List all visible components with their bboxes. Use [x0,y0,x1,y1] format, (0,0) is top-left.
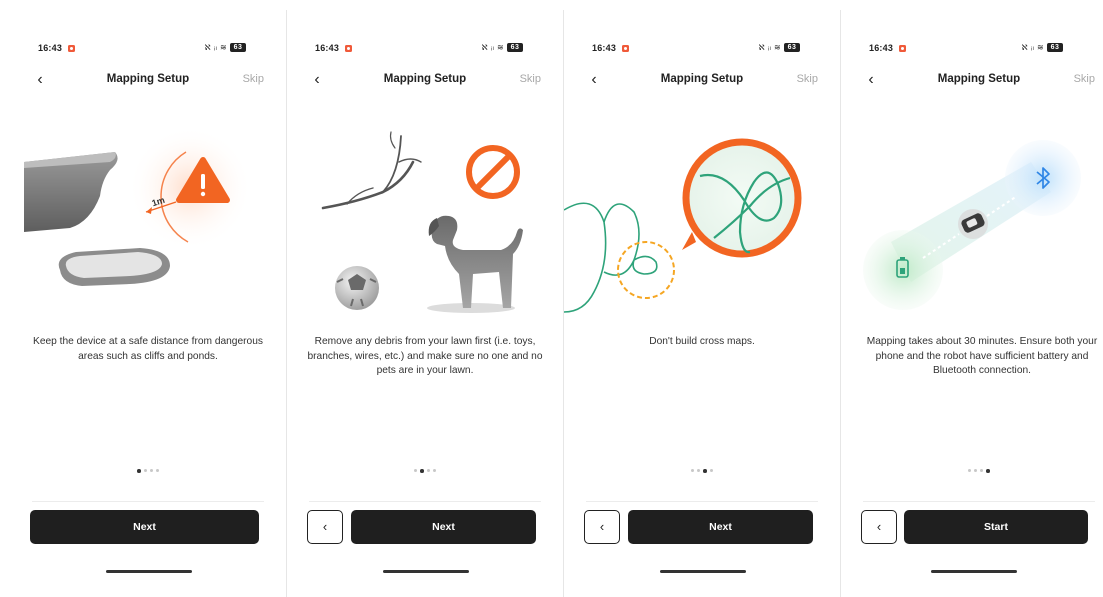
setup-screen-1: 16:43 ℵ ᵢₗ ≋ 63 ‹ Mapping Setup Skip 1m … [10,10,286,597]
page-dot-3 [426,469,430,473]
debris-illustration [321,131,523,313]
page-dot-1 [137,469,141,473]
battery-bluetooth-illustration [863,140,1081,310]
signal-wifi-icons: ℵ ᵢₗ ≋ 63 [481,43,523,53]
status-time: 16:43 [869,43,894,53]
home-indicator [106,570,192,573]
instruction-text: Keep the device at a safe distance from … [33,336,263,362]
status-bar: 16:43 ℵ ᵢₗ ≋ 63 [592,43,800,57]
start-button[interactable]: Start [904,510,1088,544]
pond-shape [58,248,170,286]
divider [32,501,264,502]
page-dot-4 [709,469,713,473]
home-indicator [660,570,746,573]
home-indicator [931,570,1017,573]
page-dot-2 [420,469,424,473]
skip-link[interactable]: Skip [1074,73,1095,85]
record-indicator-icon [68,45,75,52]
status-bar: 16:43 ℵ ᵢₗ ≋ 63 [869,43,1063,57]
page-indicator [10,462,286,473]
divider [863,501,1095,502]
battery-icon: 63 [507,43,523,53]
page-title: Mapping Setup [937,73,1021,85]
divider [309,501,541,502]
page-dot-3 [980,469,984,473]
skip-link[interactable]: Skip [520,73,541,85]
nav-bar: ‹ Mapping Setup Skip [841,70,1103,94]
signal-icons: ℵ ᵢₗ ≋ [1021,43,1045,52]
instruction-text: Mapping takes about 30 minutes. Ensure b… [866,336,1098,377]
nav-bar: ‹ Mapping Setup Skip [10,70,286,94]
status-time: 16:43 [315,43,340,53]
instruction-text: Don't build cross maps. [649,336,755,347]
prohibited-icon [466,145,520,199]
status-time: 16:43 [592,43,617,53]
previous-button[interactable]: ‹ [584,510,620,544]
next-button[interactable]: Next [628,510,813,544]
nav-bar: ‹ Mapping Setup Skip [287,70,563,94]
robot-mower-icon [958,209,988,239]
previous-button[interactable]: ‹ [307,510,343,544]
signal-wifi-icons: ℵ ᵢₗ ≋ 63 [1021,43,1063,53]
setup-screen-4: 16:43 ℵ ᵢₗ ≋ 63 ‹ Mapping Setup Skip Map… [841,10,1103,597]
page-dot-1 [691,469,695,473]
divider [586,501,818,502]
path-line [564,202,607,313]
zoom-bubble-icon [682,138,802,258]
signal-icons: ℵ ᵢₗ ≋ [758,43,782,52]
record-indicator-icon [622,45,629,52]
page-dot-2 [143,469,147,473]
page-dot-4 [432,469,436,473]
branch-shape [321,131,422,210]
setup-screen-3: 16:43 ℵ ᵢₗ ≋ 63 ‹ Mapping Setup Skip Don… [564,10,840,597]
next-button[interactable]: Next [351,510,536,544]
record-indicator-icon [899,45,906,52]
page-dot-1 [414,469,418,473]
page-dot-3 [149,469,153,473]
page-dot-4 [155,469,159,473]
skip-link[interactable]: Skip [797,73,818,85]
page-dot-1 [968,469,972,473]
instruction-text: Remove any debris from your lawn first (… [307,336,543,377]
status-time: 16:43 [38,43,63,53]
battery-icon: 63 [784,43,800,53]
previous-button[interactable]: ‹ [861,510,897,544]
battery-icon: 63 [1047,43,1063,53]
cross-map-illustration [564,138,802,313]
next-button[interactable]: Next [30,510,259,544]
signal-wifi-icons: ℵ ᵢₗ ≋ 63 [204,43,246,53]
setup-screen-2: 16:43 ℵ ᵢₗ ≋ 63 ‹ Mapping Setup Skip Rem… [287,10,563,597]
page-indicator [841,462,1103,473]
battery-icon: 63 [230,43,246,53]
page-dot-4 [986,469,990,473]
page-indicator [564,462,840,473]
status-bar: 16:43 ℵ ᵢₗ ≋ 63 [38,43,246,57]
record-indicator-icon [345,45,352,52]
home-indicator [383,570,469,573]
page-dot-2 [974,469,978,473]
page-dot-2 [697,469,701,473]
signal-wifi-icons: ℵ ᵢₗ ≋ 63 [758,43,800,53]
signal-icons: ℵ ᵢₗ ≋ [481,43,505,52]
dog-shape [427,215,523,313]
signal-icons: ℵ ᵢₗ ≋ [204,43,228,52]
skip-link[interactable]: Skip [243,73,264,85]
status-bar: 16:43 ℵ ᵢₗ ≋ 63 [315,43,523,57]
page-indicator [287,462,563,473]
ball-shape [335,266,379,310]
cliff-pond-illustration: 1m [24,126,252,286]
page-dot-3 [703,469,707,473]
nav-bar: ‹ Mapping Setup Skip [564,70,840,94]
